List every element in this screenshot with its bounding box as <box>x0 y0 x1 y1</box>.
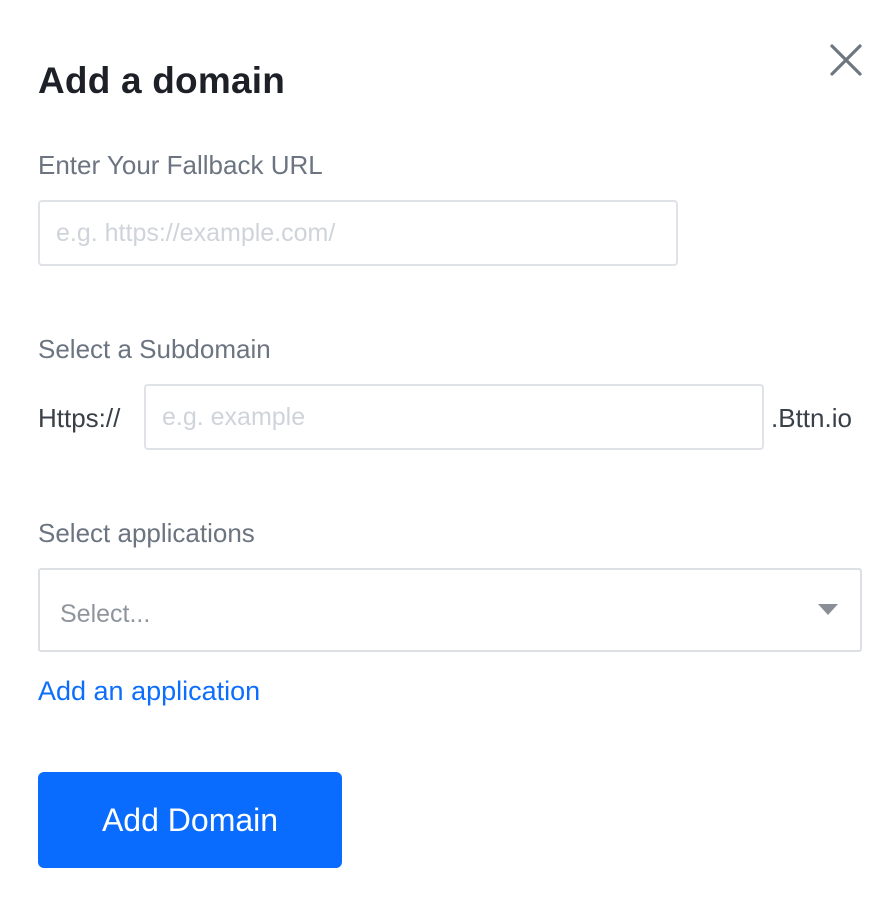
subdomain-label: Select a Subdomain <box>38 334 271 364</box>
add-domain-button[interactable]: Add Domain <box>38 772 342 868</box>
modal-title: Add a domain <box>38 60 286 101</box>
fallback-url-input[interactable] <box>38 200 678 266</box>
subdomain-suffix: .Bttn.io <box>771 403 852 433</box>
applications-select[interactable]: Select... <box>38 568 862 652</box>
close-icon <box>830 44 862 76</box>
applications-select-value: Select... <box>60 600 151 628</box>
close-button[interactable] <box>826 40 866 80</box>
caret-down-icon <box>818 604 838 615</box>
subdomain-input[interactable] <box>144 384 764 450</box>
add-domain-modal: Add a domain Enter Your Fallback URL Sel… <box>0 0 894 900</box>
subdomain-prefix: Https:// <box>38 403 121 433</box>
fallback-url-label: Enter Your Fallback URL <box>38 150 323 180</box>
add-application-link[interactable]: Add an application <box>38 676 260 707</box>
applications-label: Select applications <box>38 518 255 548</box>
